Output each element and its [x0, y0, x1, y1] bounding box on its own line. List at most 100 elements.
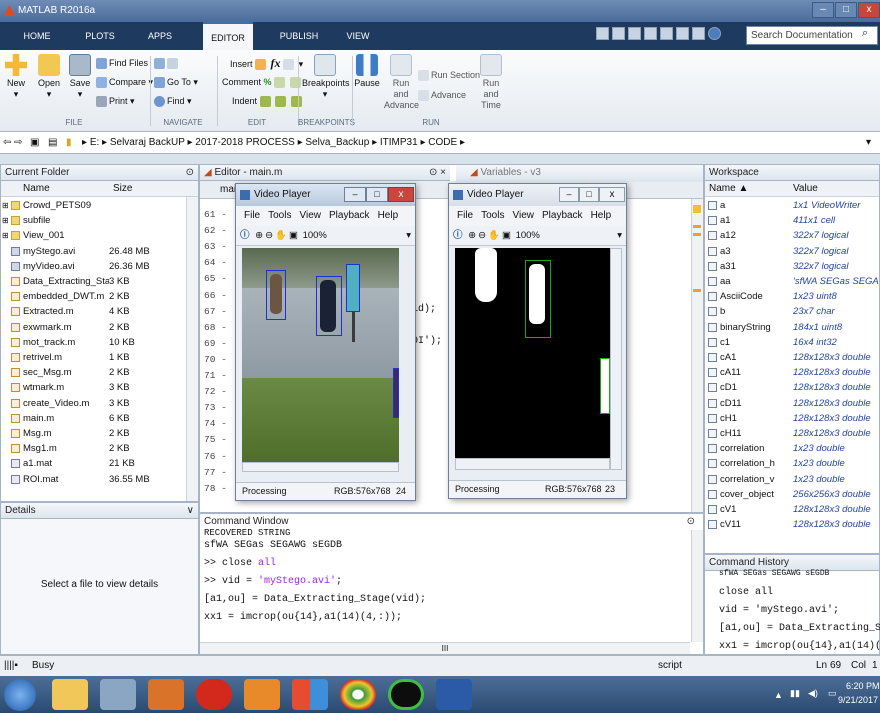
column-name-header[interactable]: Name: [23, 181, 50, 196]
variable-row[interactable]: aa 'sfWA SEGas SEGAW...: [705, 274, 880, 289]
variable-row[interactable]: a31 322x7 logical: [705, 259, 880, 274]
variable-row[interactable]: cD1 128x128x3 double: [705, 380, 880, 395]
variable-row[interactable]: a12 322x7 logical: [705, 228, 880, 243]
info-icon[interactable]: ⓘ: [240, 230, 250, 241]
maximize-button[interactable]: □: [579, 187, 599, 202]
maximize-button[interactable]: □: [366, 187, 388, 202]
matlab-taskbar-icon[interactable]: [148, 679, 184, 710]
comment-button[interactable]: Comment %: [222, 77, 303, 89]
chevron-down-icon[interactable]: ∨: [187, 503, 194, 518]
file-row[interactable]: sec_Msg.m 2 KB: [1, 366, 186, 379]
history-entry[interactable]: vid = 'myStego.avi';: [719, 605, 839, 616]
breadcrumb-item[interactable]: ITIMP31: [380, 137, 418, 148]
breakpoint-dash[interactable]: -: [215, 483, 227, 494]
variable-row[interactable]: cD11 128x128x3 double: [705, 396, 880, 411]
minimize-button[interactable]: –: [812, 2, 834, 18]
find-files-button[interactable]: Find Files: [96, 58, 148, 70]
tab-apps[interactable]: APPS: [140, 22, 180, 50]
action-center-icon[interactable]: ▭: [828, 688, 837, 699]
chevron-down-icon[interactable]: ▾: [617, 226, 622, 246]
variable-row[interactable]: cV11 128x128x3 double: [705, 517, 880, 532]
breakpoint-dash[interactable]: -: [215, 434, 227, 445]
minimize-button[interactable]: –: [559, 187, 579, 202]
horizontal-scrollbar[interactable]: [242, 462, 399, 472]
undo-icon[interactable]: [660, 27, 673, 40]
go-to-button[interactable]: Go To ▾: [154, 77, 198, 89]
search-documentation-input[interactable]: Search Documentation: [746, 26, 878, 45]
zoom-out-icon[interactable]: ⊖: [265, 230, 273, 241]
breakpoint-dash[interactable]: -: [215, 338, 227, 349]
panel-menu-icon[interactable]: ⊙ ×: [429, 165, 446, 180]
zoom-in-icon[interactable]: ⊕: [255, 230, 263, 241]
menu-tools[interactable]: Tools: [268, 210, 291, 221]
fit-to-window-icon[interactable]: ▣: [289, 230, 298, 241]
breakpoint-dash[interactable]: -: [215, 386, 227, 397]
chevron-down-icon[interactable]: ▾: [866, 137, 871, 148]
file-row[interactable]: myStego.avi 26.48 MB: [1, 245, 186, 258]
menu-view[interactable]: View: [299, 210, 321, 221]
open-button[interactable]: Open ▾: [34, 54, 64, 100]
run-section-button[interactable]: Run Section: [418, 70, 480, 82]
volume-icon[interactable]: ◀): [808, 688, 818, 699]
editor-scrollbar[interactable]: [691, 199, 703, 512]
warning-marker[interactable]: [693, 233, 701, 236]
breakpoint-dash[interactable]: -: [215, 370, 227, 381]
browse-folder-icon[interactable]: ▤: [48, 137, 57, 148]
tab-editor[interactable]: EDITOR: [203, 22, 253, 50]
variable-row[interactable]: AsciiCode 1x23 uint8: [705, 289, 880, 304]
folder-scrollbar[interactable]: [186, 197, 198, 501]
column-value-header[interactable]: Value: [793, 181, 818, 196]
variable-row[interactable]: correlation 1x23 double: [705, 441, 880, 456]
pause-button[interactable]: Pause: [352, 54, 382, 89]
indent-button[interactable]: Indent: [232, 96, 304, 108]
run-and-time-button[interactable]: Run and Time: [474, 54, 508, 111]
expand-icon[interactable]: ⊞: [2, 229, 9, 242]
warning-marker[interactable]: [693, 289, 701, 292]
fit-to-window-icon[interactable]: ▣: [502, 230, 511, 241]
save-button[interactable]: Save ▾: [66, 54, 94, 100]
history-entry[interactable]: close all: [719, 587, 773, 598]
back-forward-buttons[interactable]: [154, 58, 180, 70]
advance-button[interactable]: Advance: [418, 90, 466, 102]
history-entry[interactable]: [a1,ou] = Data_Extracting_S...: [719, 623, 880, 634]
warning-marker[interactable]: [693, 205, 701, 213]
history-entry[interactable]: xx1 = imcrop(ou{14},a1(14)(...: [719, 641, 880, 652]
variable-row[interactable]: a1 411x1 cell: [705, 213, 880, 228]
variable-row[interactable]: correlation_h 1x23 double: [705, 456, 880, 471]
variable-row[interactable]: binaryString 184x1 uint8: [705, 320, 880, 335]
run-and-advance-button[interactable]: Run and Advance: [384, 54, 419, 111]
variable-row[interactable]: cover_object 256x256x3 double: [705, 487, 880, 502]
menu-help[interactable]: Help: [378, 210, 399, 221]
folder-up-icon[interactable]: ▣: [30, 137, 39, 148]
column-name-header[interactable]: Name ▲: [709, 181, 748, 196]
file-row[interactable]: a1.mat 21 KB: [1, 457, 186, 470]
variable-row[interactable]: cA1 128x128x3 double: [705, 350, 880, 365]
clock-time[interactable]: 6:20 PM: [846, 681, 880, 691]
compare-button[interactable]: Compare ▾: [96, 77, 153, 89]
file-row[interactable]: ⊞ Crowd_PETS09: [1, 199, 186, 212]
find-button[interactable]: Find ▾: [154, 96, 192, 108]
variable-row[interactable]: a3 322x7 logical: [705, 244, 880, 259]
paste-icon[interactable]: [644, 27, 657, 40]
new-button[interactable]: New ▾: [2, 54, 30, 100]
print-button[interactable]: Print ▾: [96, 96, 135, 108]
command-window[interactable]: Command Window ⊙ RECOVERED STRING sfWA SE…: [199, 513, 704, 655]
menu-playback[interactable]: Playback: [542, 210, 583, 221]
search-icon[interactable]: ⌕: [862, 27, 868, 40]
maximize-button[interactable]: □: [835, 2, 857, 18]
variable-row[interactable]: cV1 128x128x3 double: [705, 502, 880, 517]
breakpoint-dash[interactable]: -: [215, 467, 227, 478]
menu-file[interactable]: File: [244, 210, 260, 221]
chevron-down-icon[interactable]: ▾: [406, 226, 411, 246]
expand-icon[interactable]: ⊞: [2, 214, 9, 227]
vertical-scrollbar[interactable]: [610, 248, 622, 470]
pan-hand-icon[interactable]: ✋: [275, 230, 287, 241]
file-row[interactable]: Data_Extracting_Sta... 3 KB: [1, 275, 186, 288]
tab-view[interactable]: VIEW: [338, 22, 378, 50]
breadcrumb-item[interactable]: CODE: [428, 137, 457, 148]
zoom-in-icon[interactable]: ⊕: [468, 230, 476, 241]
menu-playback[interactable]: Playback: [329, 210, 370, 221]
breakpoint-dash[interactable]: -: [215, 225, 227, 236]
word-icon[interactable]: [436, 679, 472, 710]
opera-icon[interactable]: [196, 679, 232, 710]
